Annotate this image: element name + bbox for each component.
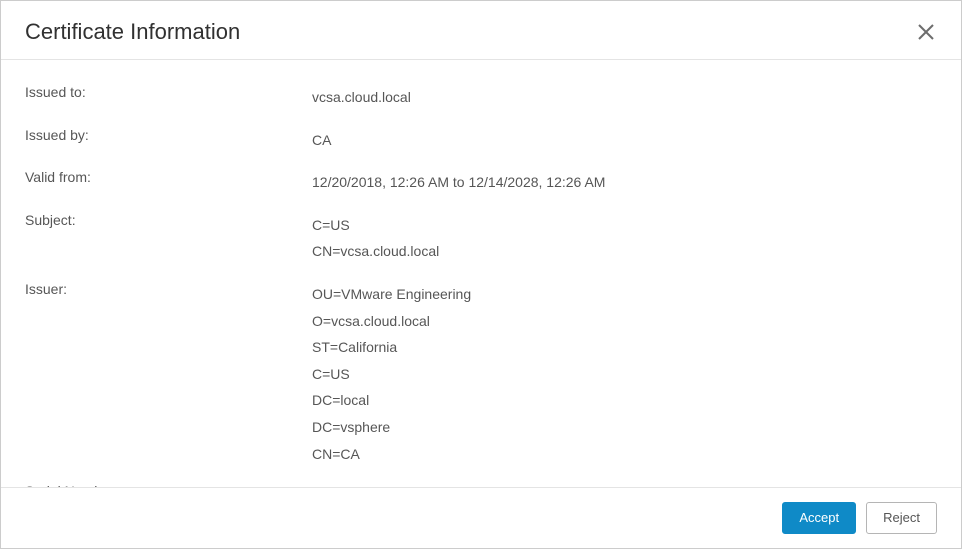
reject-button[interactable]: Reject — [866, 502, 937, 534]
dialog-footer: Accept Reject — [1, 488, 961, 548]
issuer-line: OU=VMware Engineering — [312, 281, 937, 308]
issuer-line: CN=CA — [312, 441, 937, 468]
row-serial-number: Serial Number: 00 ef 9a ac d0 ab dd 7c a… — [25, 475, 937, 488]
certificate-info-dialog: Certificate Information Issued to: vcsa.… — [0, 0, 962, 549]
value-issuer: OU=VMware Engineering O=vcsa.cloud.local… — [312, 281, 937, 467]
close-icon — [917, 23, 935, 41]
label-issued-by: Issued by: — [25, 127, 312, 143]
subject-line: C=US — [312, 212, 937, 239]
row-issued-to: Issued to: vcsa.cloud.local — [25, 76, 937, 119]
row-issued-by: Issued by: CA — [25, 119, 937, 162]
value-issued-to: vcsa.cloud.local — [312, 84, 937, 111]
label-issuer: Issuer: — [25, 281, 312, 297]
value-subject: C=US CN=vcsa.cloud.local — [312, 212, 937, 265]
dialog-title: Certificate Information — [25, 19, 240, 45]
issuer-line: C=US — [312, 361, 937, 388]
label-issued-to: Issued to: — [25, 84, 312, 100]
dialog-body[interactable]: Issued to: vcsa.cloud.local Issued by: C… — [1, 59, 961, 488]
issuer-line: O=vcsa.cloud.local — [312, 308, 937, 335]
accept-button[interactable]: Accept — [782, 502, 856, 534]
dialog-header: Certificate Information — [1, 1, 961, 59]
value-issued-by: CA — [312, 127, 937, 154]
row-subject: Subject: C=US CN=vcsa.cloud.local — [25, 204, 937, 273]
label-subject: Subject: — [25, 212, 312, 228]
row-issuer: Issuer: OU=VMware Engineering O=vcsa.clo… — [25, 273, 937, 475]
row-valid-from: Valid from: 12/20/2018, 12:26 AM to 12/1… — [25, 161, 937, 204]
issuer-line: DC=vsphere — [312, 414, 937, 441]
close-button[interactable] — [915, 21, 937, 43]
issuer-line: DC=local — [312, 387, 937, 414]
issuer-line: ST=California — [312, 334, 937, 361]
label-valid-from: Valid from: — [25, 169, 312, 185]
value-valid-from: 12/20/2018, 12:26 AM to 12/14/2028, 12:2… — [312, 169, 937, 196]
subject-line: CN=vcsa.cloud.local — [312, 238, 937, 265]
